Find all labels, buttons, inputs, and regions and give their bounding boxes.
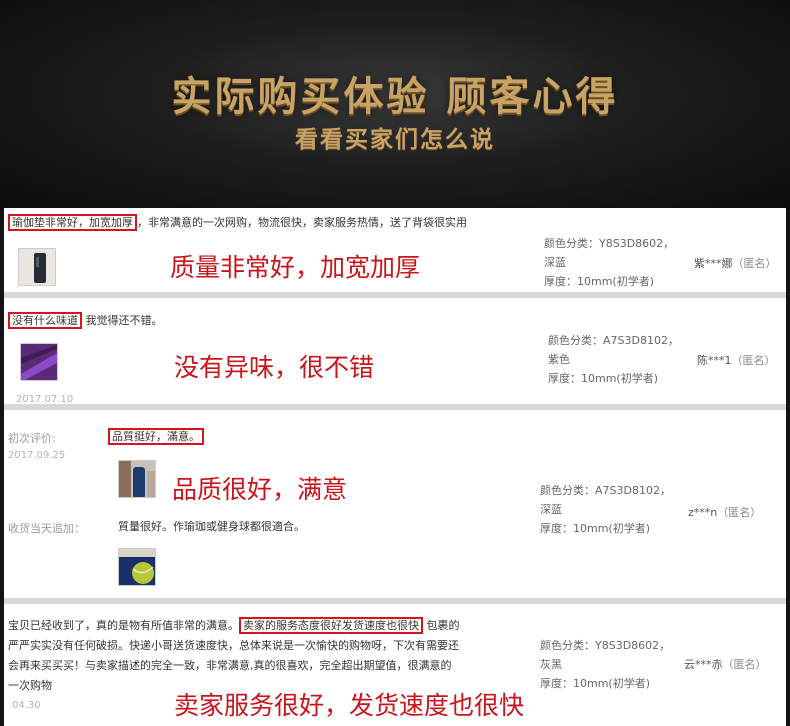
- review-list: 瑜伽垫非常好，加宽加厚 ，非常满意的一次网购，物流很快，卖家服务热情，送了背袋很实…: [4, 208, 786, 726]
- review-photo-thumbnail[interactable]: [20, 343, 58, 381]
- review-text-line: 严严实实没有任何破损。快递小哥送货速度快，总体来说是一次愉快的购物呀，下次有需要…: [8, 639, 459, 652]
- reviewer-nick: 云***赤: [684, 658, 723, 671]
- review-photo-thumbnail[interactable]: [118, 460, 156, 498]
- highlighted-phrase: 卖家的服务态度很好发货速度也很快: [239, 617, 423, 634]
- review-text: 宝贝已经收到了，真的是物有所值非常的满意。 卖家的服务态度很好发货速度也很快 包裹…: [8, 616, 460, 696]
- review-item: 初次评价: 2017.09.25 品質挺好，滿意。 品质很好，满意 收货当天追加…: [4, 410, 786, 604]
- sku-color-label: 颜色分类：Y8S3D8602，: [540, 639, 671, 652]
- sku-color-value: 灰黑: [540, 658, 562, 671]
- review-item: 宝贝已经收到了，真的是物有所值非常的满意。 卖家的服务态度很好发货速度也很快 包裹…: [4, 604, 786, 726]
- first-review-label: 初次评价:: [8, 432, 56, 445]
- sku-info: 颜色分类：Y8S3D8602， 深蓝 厚度：10mm(初学者): [544, 234, 674, 291]
- review-text-line: 会再来买买买！与卖家描述的完全一致，非常满意,真的很喜欢，完全超出期望值，很满意…: [8, 659, 452, 672]
- anonymous-tag: （匿名）: [732, 257, 777, 270]
- reviewer-nick: 陈***1: [697, 354, 732, 367]
- followup-label: 收货当天追加：: [8, 522, 85, 535]
- review-caption: 品质很好，满意: [172, 475, 348, 504]
- reviewer-name: 紫***娜（匿名）: [694, 255, 777, 271]
- highlighted-phrase: 没有什么味道: [8, 312, 82, 329]
- review-item: 瑜伽垫非常好，加宽加厚 ，非常满意的一次网购，物流很快，卖家服务热情，送了背袋很实…: [4, 208, 786, 298]
- highlighted-phrase: 瑜伽垫非常好，加宽加厚: [8, 214, 137, 231]
- sku-thickness: 厚度：10mm(初学者): [540, 677, 651, 690]
- reviewer-nick: 紫***娜: [694, 257, 733, 270]
- review-text: 没有什么味道 我觉得还不错。: [8, 312, 163, 330]
- sku-color-label: 颜色分类：A7S3D8102，: [540, 484, 671, 497]
- sku-color-label: 颜色分类：A7S3D8102，: [548, 334, 679, 347]
- review-photo-thumbnail[interactable]: [118, 548, 156, 586]
- review-caption: 没有异味，很不错: [174, 353, 375, 382]
- reviewer-name: 云***赤（匿名）: [684, 656, 767, 672]
- reviewer-name: 陈***1（匿名）: [697, 352, 776, 368]
- sku-thickness: 厚度：10mm(初学者): [548, 372, 659, 385]
- review-text-rest: 我觉得还不错。: [85, 314, 163, 327]
- reviewer-nick: z***n: [688, 506, 718, 519]
- review-caption: 质量非常好，加宽加厚: [170, 253, 421, 282]
- anonymous-tag: （匿名）: [731, 354, 776, 367]
- review-date: 2017.07.10: [16, 394, 74, 405]
- sku-thickness: 厚度：10mm(初学者): [540, 522, 651, 535]
- review-caption: 卖家服务很好，发货速度也很快: [174, 691, 525, 720]
- sku-color-label: 颜色分类：Y8S3D8602，: [544, 237, 675, 250]
- anonymous-tag: （匿名）: [717, 506, 762, 519]
- review-item: 没有什么味道 我觉得还不错。 2017.07.10 没有异味，很不错 颜色分类：…: [4, 298, 786, 410]
- followup-text: 質量很好。作瑜珈或健身球都很適合。: [118, 520, 305, 533]
- sku-thickness: 厚度：10mm(初学者): [544, 275, 655, 288]
- sku-color-value: 深蓝: [544, 256, 566, 269]
- sku-color-value: 深蓝: [540, 503, 562, 516]
- review-text-pre: 宝贝已经收到了，真的是物有所值非常的满意。: [8, 619, 239, 632]
- review-text-post: 包裹的: [426, 619, 460, 632]
- reviewer-name: z***n（匿名）: [688, 504, 761, 520]
- review-date: 2017.09.25: [8, 450, 66, 461]
- review-text: 品質挺好，滿意。: [108, 428, 204, 446]
- anonymous-tag: （匿名）: [722, 658, 767, 671]
- review-text: 瑜伽垫非常好，加宽加厚 ，非常满意的一次网购，物流很快，卖家服务热情，送了背袋很实…: [8, 214, 467, 232]
- banner-title: 实际购买体验 顾客心得: [171, 74, 619, 120]
- sku-info: 颜色分类：Y8S3D8602， 灰黑 厚度：10mm(初学者): [540, 636, 670, 693]
- review-photo-thumbnail[interactable]: [18, 248, 56, 286]
- highlighted-phrase: 品質挺好，滿意。: [108, 428, 204, 445]
- sku-info: 颜色分类：A7S3D8102， 紫色 厚度：10mm(初学者): [548, 331, 679, 388]
- review-text-rest: ，非常满意的一次网购，物流很快，卖家服务热情，送了背袋很实用: [137, 216, 467, 229]
- sku-color-value: 紫色: [548, 353, 570, 366]
- review-date: 04.30: [12, 700, 41, 711]
- header-banner: 实际购买体验 顾客心得 看看买家们怎么说: [0, 0, 790, 210]
- sku-info: 颜色分类：A7S3D8102， 深蓝 厚度：10mm(初学者): [540, 481, 671, 538]
- banner-subtitle: 看看买家们怎么说: [295, 127, 495, 153]
